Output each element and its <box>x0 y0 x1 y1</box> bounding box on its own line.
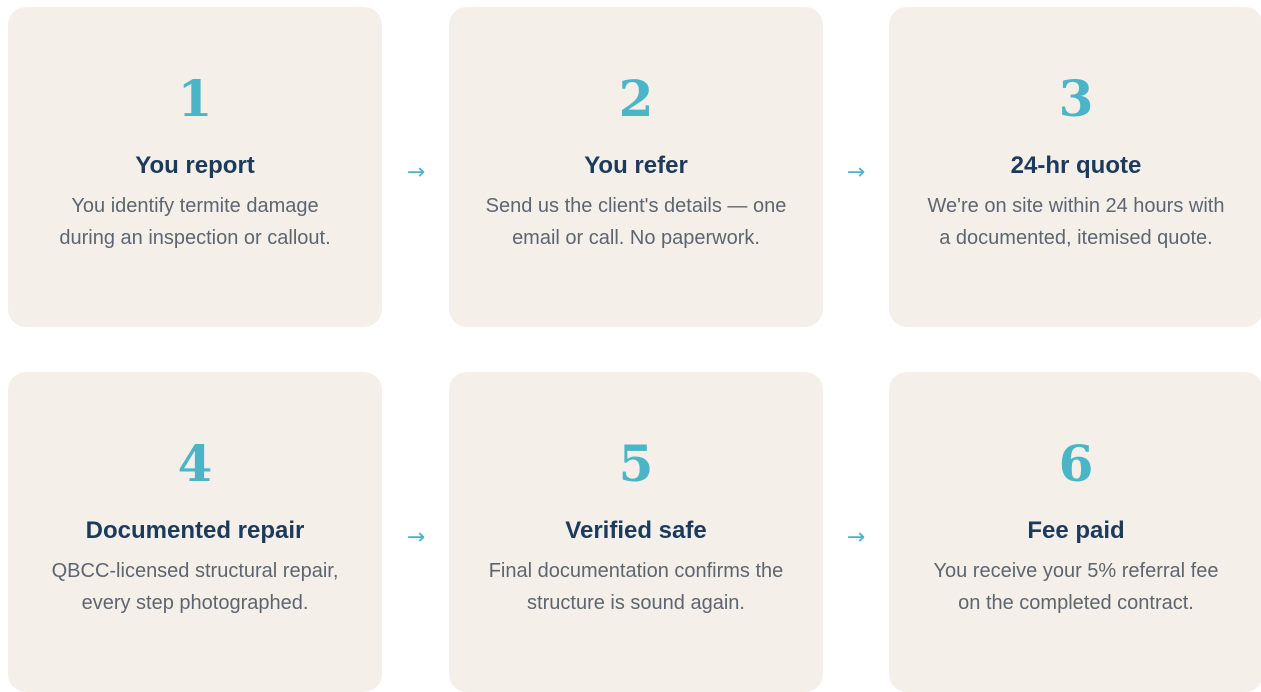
step-card-5: 5 Verified safe Final documentation conf… <box>449 372 823 692</box>
step-title: Verified safe <box>565 517 707 544</box>
step-description: Final documentation confirms the structu… <box>488 560 784 614</box>
step-description: Send us the client's details — one email… <box>485 195 787 249</box>
step-number: 4 <box>177 434 213 493</box>
step-card-3: 3 24-hr quote We're on site within 24 ho… <box>889 7 1261 327</box>
step-title: Fee paid <box>1027 517 1125 544</box>
step-number: 6 <box>1058 434 1094 493</box>
step-description: You identify termite damage during an in… <box>59 195 331 249</box>
step-title: You refer <box>584 152 688 179</box>
arrow-right-icon: → <box>846 160 866 185</box>
step-number: 3 <box>1058 69 1094 128</box>
arrow-right-icon: → <box>406 160 426 185</box>
step-title: 24-hr quote <box>1010 152 1142 179</box>
arrow-right-icon: → <box>406 525 426 550</box>
arrow-right-icon: → <box>846 525 866 550</box>
step-description: QBCC-licensed structural repair, every s… <box>51 560 339 614</box>
step-card-2: 2 You refer Send us the client's details… <box>449 7 823 327</box>
step-description: You receive your 5% referral fee on the … <box>933 560 1219 614</box>
step-card-1: 1 You report You identify termite damage… <box>8 7 382 327</box>
step-number: 1 <box>177 69 213 128</box>
step-description: We're on site within 24 hours with a doc… <box>927 195 1225 249</box>
step-card-4: 4 Documented repair QBCC-licensed struct… <box>8 372 382 692</box>
step-title: Documented repair <box>85 517 305 544</box>
step-title: You report <box>135 152 255 179</box>
step-card-6: 6 Fee paid You receive your 5% referral … <box>889 372 1261 692</box>
step-number: 2 <box>618 69 654 128</box>
step-number: 5 <box>618 434 654 493</box>
